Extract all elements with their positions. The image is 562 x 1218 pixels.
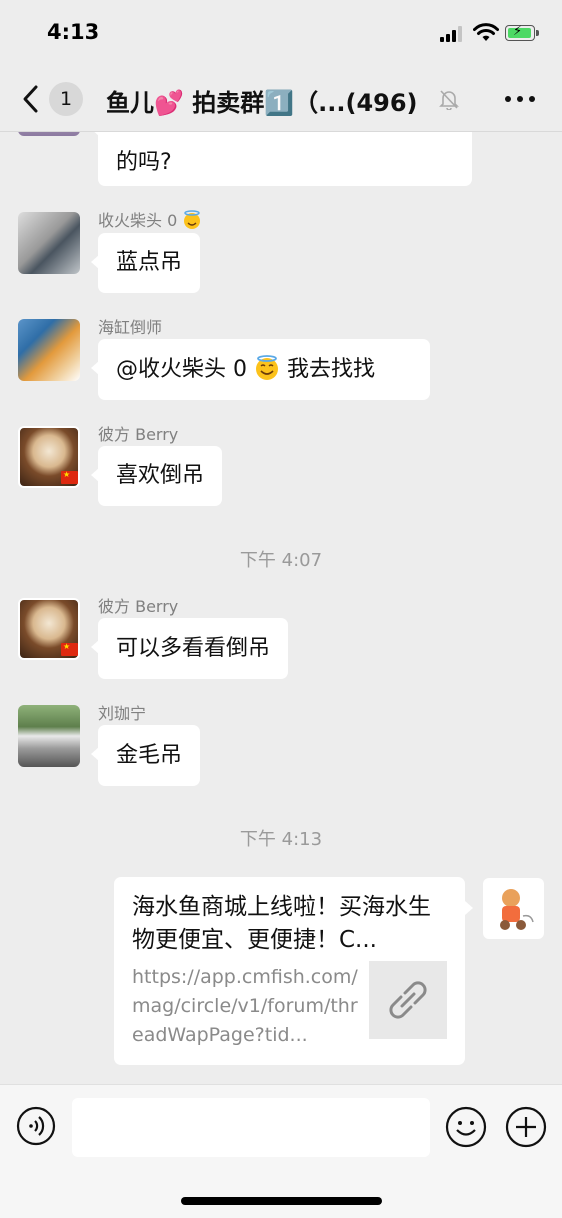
message-bubble[interactable]: 金毛吊 — [90, 725, 201, 786]
input-toolbar — [0, 1084, 562, 1218]
message-input[interactable] — [72, 1098, 430, 1157]
wifi-icon — [473, 23, 499, 41]
timestamp: 下午 4:07 — [239, 550, 323, 571]
message-text: 我去找找 — [280, 357, 375, 382]
message-bubble[interactable]: 可以多看看倒吊 — [90, 618, 289, 679]
cellular-signal-icon — [440, 26, 466, 42]
cartoon-avatar-icon — [500, 889, 534, 930]
unread-badge[interactable]: 1 — [49, 82, 83, 116]
link-card[interactable]: 海水鱼商城上线啦！买海水生物更便宜、更便捷！C... https://app.c… — [114, 877, 473, 1065]
chat-header: 1 鱼儿💕 拍卖群1️⃣（...(496) — [0, 68, 562, 132]
sender-name: 海缸倒师 — [98, 318, 163, 337]
voice-icon[interactable] — [16, 1106, 56, 1146]
flag-icon: ★ — [61, 643, 78, 656]
sender-name: 彼方 Berry — [98, 597, 179, 616]
message-bubble[interactable]: 喜欢倒吊 — [90, 446, 223, 506]
link-card-url: https://app.cmfish.com/mag/circle/v1/for… — [132, 966, 358, 1046]
message-text: 可以多看看倒吊 — [116, 636, 271, 661]
chevron-left-icon[interactable] — [20, 84, 42, 114]
sender-name: 彼方 Berry — [98, 425, 179, 444]
link-card-title: 海水鱼商城上线啦！买海水生物更便宜、更便捷！C... — [132, 894, 431, 953]
halo-smile-emoji-icon — [184, 210, 201, 229]
battery-icon: ⚡ — [505, 24, 535, 41]
emoji-icon[interactable] — [445, 1106, 487, 1148]
chat-title: 鱼儿💕 拍卖群1️⃣（...(496) — [106, 89, 418, 117]
message-bubble[interactable]: @收火柴头 0 我去找找 — [91, 339, 430, 400]
avatar[interactable] — [18, 319, 80, 381]
bell-slash-icon — [439, 90, 459, 110]
message-text: 金毛吊 — [116, 743, 183, 768]
message-text: 蓝点吊 — [116, 250, 183, 275]
message-bubble[interactable]: 蓝点吊 — [90, 233, 201, 293]
my-avatar[interactable] — [483, 878, 544, 939]
sender-name: 收火柴头 0 — [98, 207, 202, 231]
home-indicator[interactable] — [181, 1197, 382, 1205]
link-thumbnail — [369, 961, 447, 1039]
status-time: 4:13 — [47, 20, 100, 44]
avatar[interactable] — [18, 705, 80, 767]
timestamp: 下午 4:13 — [239, 829, 323, 850]
flag-icon: ★ — [61, 471, 78, 484]
plus-circle-icon[interactable] — [505, 1106, 547, 1148]
message-text: 的吗? — [116, 150, 172, 175]
avatar[interactable] — [18, 212, 80, 274]
battery-nub — [536, 30, 539, 36]
status-bar: 4:13 ⚡ — [0, 0, 562, 68]
message-text: 喜欢倒吊 — [116, 463, 205, 488]
more-icon[interactable] — [505, 96, 535, 104]
halo-smile-emoji-icon — [256, 355, 278, 380]
mention-text[interactable]: @收火柴头 0 — [116, 357, 247, 382]
link-icon — [389, 981, 427, 1019]
sender-name: 刘珈宁 — [98, 704, 147, 723]
